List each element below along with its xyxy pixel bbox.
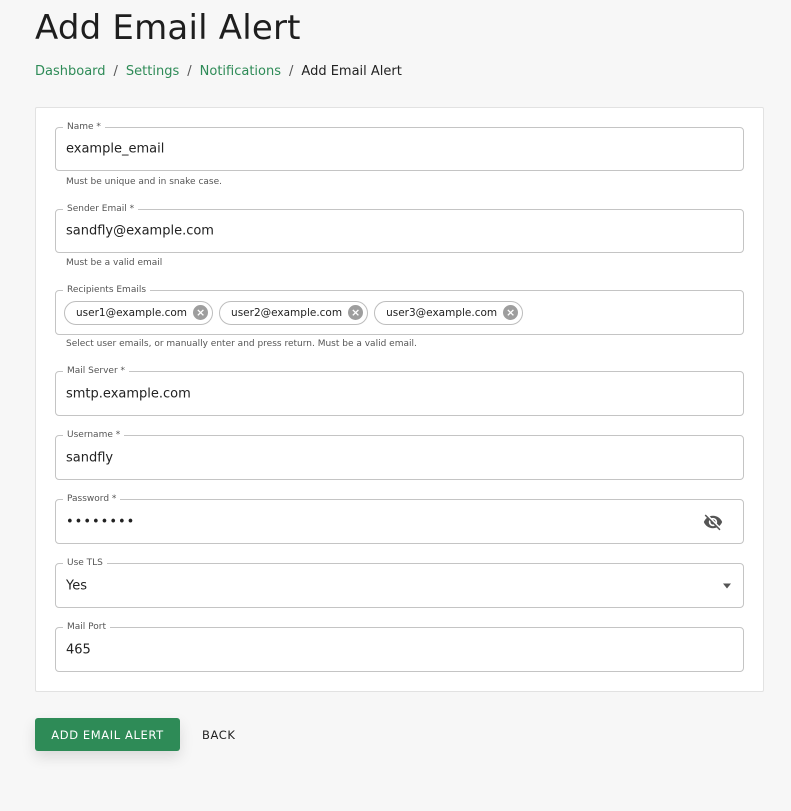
page: Add Email Alert Dashboard / Settings / N… xyxy=(0,0,791,811)
cancel-circle-icon[interactable]: × xyxy=(348,305,364,320)
name-helper-text: Must be unique and in snake case. xyxy=(66,177,222,187)
recipient-chip[interactable]: user3@example.com × xyxy=(374,300,524,325)
use-tls-select[interactable]: Use TLS Yes xyxy=(55,557,744,608)
breadcrumb: Dashboard / Settings / Notifications / A… xyxy=(35,64,402,79)
cancel-circle-icon[interactable]: × xyxy=(503,305,519,320)
password-label: Password * xyxy=(63,493,121,505)
recipient-chip[interactable]: user2@example.com × xyxy=(219,300,369,325)
recipient-chip-label: user1@example.com xyxy=(76,306,188,319)
mail-port-label: Mail Port xyxy=(63,621,110,633)
recipient-chip[interactable]: user1@example.com × xyxy=(64,300,214,325)
name-input[interactable]: example_email xyxy=(66,142,164,157)
recipient-chip-label: user2@example.com xyxy=(231,306,343,319)
recipients-label: Recipients Emails xyxy=(63,284,151,296)
mail-server-input[interactable]: smtp.example.com xyxy=(66,386,191,401)
breadcrumb-separator: / xyxy=(187,64,192,79)
mail-port-input[interactable]: 465 xyxy=(66,642,91,657)
password-input[interactable]: •••••••• xyxy=(66,514,135,529)
breadcrumb-separator: / xyxy=(113,64,118,79)
username-label: Username * xyxy=(63,429,125,441)
sender-email-helper-text: Must be a valid email xyxy=(66,258,163,268)
username-input[interactable]: sandfly xyxy=(66,450,113,465)
sender-email-label: Sender Email * xyxy=(63,203,139,215)
eye-off-icon[interactable] xyxy=(703,512,723,532)
use-tls-label: Use TLS xyxy=(63,557,107,569)
sender-email-input[interactable]: sandfly@example.com xyxy=(66,224,214,239)
email-alert-form: Name * example_email Must be unique and … xyxy=(35,107,764,692)
name-label: Name * xyxy=(63,121,105,133)
caret-down-icon[interactable] xyxy=(723,583,731,588)
recipients-helper-text: Select user emails, or manually enter an… xyxy=(66,339,417,349)
recipients-field[interactable]: Recipients Emails user1@example.com × us… xyxy=(55,284,744,335)
mail-server-field[interactable]: Mail Server * smtp.example.com xyxy=(55,365,744,416)
breadcrumb-separator: / xyxy=(289,64,294,79)
mail-server-label: Mail Server * xyxy=(63,365,130,377)
password-field[interactable]: Password * •••••••• xyxy=(55,493,744,544)
page-title: Add Email Alert xyxy=(35,8,301,48)
breadcrumb-notifications[interactable]: Notifications xyxy=(200,64,281,79)
recipients-chips: user1@example.com × user2@example.com × … xyxy=(64,300,524,325)
breadcrumb-settings[interactable]: Settings xyxy=(126,64,179,79)
sender-email-field[interactable]: Sender Email * sandfly@example.com xyxy=(55,203,744,253)
back-button[interactable]: BACK xyxy=(194,718,244,751)
name-field[interactable]: Name * example_email xyxy=(55,121,744,171)
recipient-chip-label: user3@example.com xyxy=(386,306,498,319)
add-email-alert-button[interactable]: ADD EMAIL ALERT xyxy=(35,718,180,751)
use-tls-value: Yes xyxy=(66,578,87,593)
mail-port-field[interactable]: Mail Port 465 xyxy=(55,621,744,672)
username-field[interactable]: Username * sandfly xyxy=(55,429,744,480)
breadcrumb-dashboard[interactable]: Dashboard xyxy=(35,64,106,79)
cancel-circle-icon[interactable]: × xyxy=(193,305,209,320)
breadcrumb-current: Add Email Alert xyxy=(301,64,402,79)
